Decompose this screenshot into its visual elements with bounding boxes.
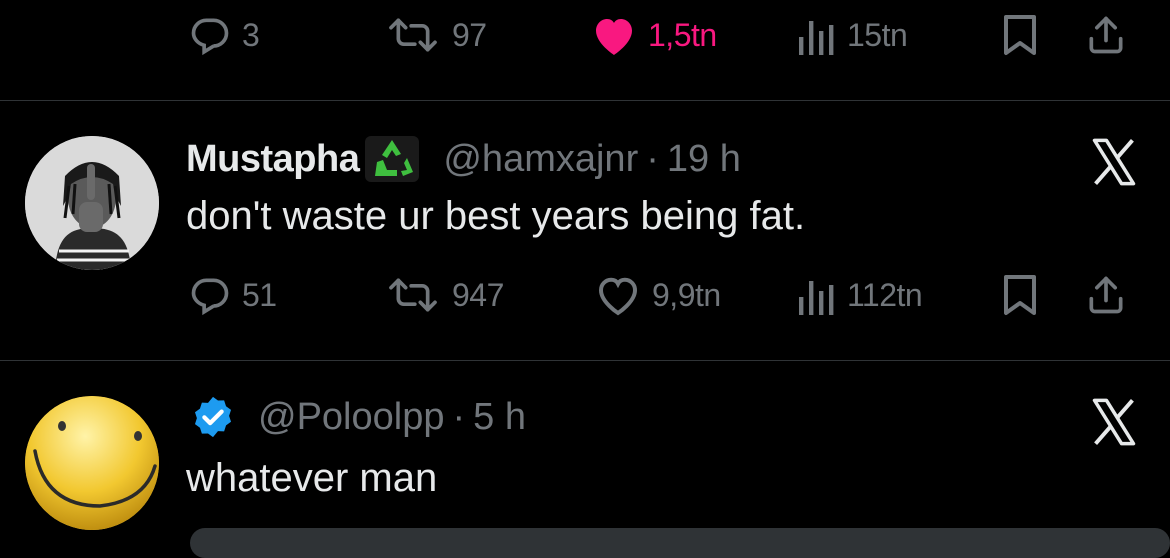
x-logo-icon[interactable]	[1088, 136, 1140, 188]
timestamp[interactable]: 5 h	[473, 396, 526, 439]
reply-button[interactable]: 3	[188, 5, 260, 65]
avatar[interactable]	[25, 396, 159, 530]
separator-dot: ·	[646, 137, 659, 180]
tweet-header: Mustapha @hamxajnr · 19 h	[186, 134, 741, 184]
display-name[interactable]: Mustapha	[186, 138, 360, 181]
recycle-icon	[365, 136, 420, 182]
reply-icon	[191, 18, 229, 56]
avatar[interactable]	[25, 136, 159, 270]
views-button[interactable]: 15tn	[797, 5, 908, 65]
separator-dot: ·	[452, 395, 466, 438]
smiley-face-avatar	[25, 396, 159, 530]
views-icon	[799, 281, 834, 315]
retweet-count: 947	[452, 276, 504, 313]
avatar-photo	[25, 136, 159, 270]
top-tweet-action-bar: 3 97 1,5tn 15tn	[0, 5, 1170, 65]
reply-composer[interactable]	[190, 528, 1170, 558]
share-button[interactable]	[1084, 5, 1128, 65]
divider	[0, 360, 1170, 361]
handle[interactable]: @Poloolpp	[258, 396, 444, 439]
views-button[interactable]: 112tn	[797, 265, 923, 325]
like-button[interactable]: 9,9tn	[594, 265, 721, 325]
retweet-icon	[389, 278, 437, 312]
bookmark-icon	[1004, 275, 1036, 315]
views-icon	[799, 21, 834, 55]
bookmark-button[interactable]	[1000, 5, 1040, 65]
tweet-text: don't waste ur best years being fat.	[186, 194, 806, 238]
share-icon	[1089, 276, 1123, 314]
reply-button[interactable]: 51	[188, 265, 277, 325]
bookmark-icon	[1004, 15, 1036, 55]
timestamp[interactable]: 19 h	[667, 138, 741, 181]
views-count: 112tn	[847, 276, 923, 313]
share-icon	[1089, 16, 1123, 54]
reply-count: 3	[242, 16, 260, 53]
retweet-button[interactable]: 97	[384, 5, 487, 65]
like-count: 9,9tn	[652, 276, 721, 313]
reply-icon	[191, 278, 229, 316]
heart-filled-icon	[596, 19, 632, 55]
bookmark-button[interactable]	[1000, 265, 1040, 325]
views-count: 15tn	[847, 16, 908, 53]
x-logo-icon[interactable]	[1088, 396, 1140, 448]
tweet-header: @Poloolpp · 5 h	[190, 392, 526, 442]
retweet-button[interactable]: 947	[384, 265, 504, 325]
retweet-icon	[389, 18, 437, 52]
heart-icon	[598, 277, 638, 316]
retweet-count: 97	[452, 16, 487, 53]
divider	[0, 100, 1170, 101]
like-button[interactable]: 1,5tn	[590, 5, 717, 65]
tweet-action-bar: 51 947 9,9tn 112tn	[0, 265, 1170, 325]
share-button[interactable]	[1084, 265, 1128, 325]
verified-badge-icon	[194, 396, 232, 438]
like-count: 1,5tn	[648, 16, 717, 53]
tweet-text: whatever man	[186, 456, 438, 500]
reply-count: 51	[242, 276, 277, 313]
handle[interactable]: @hamxajnr	[443, 138, 638, 181]
